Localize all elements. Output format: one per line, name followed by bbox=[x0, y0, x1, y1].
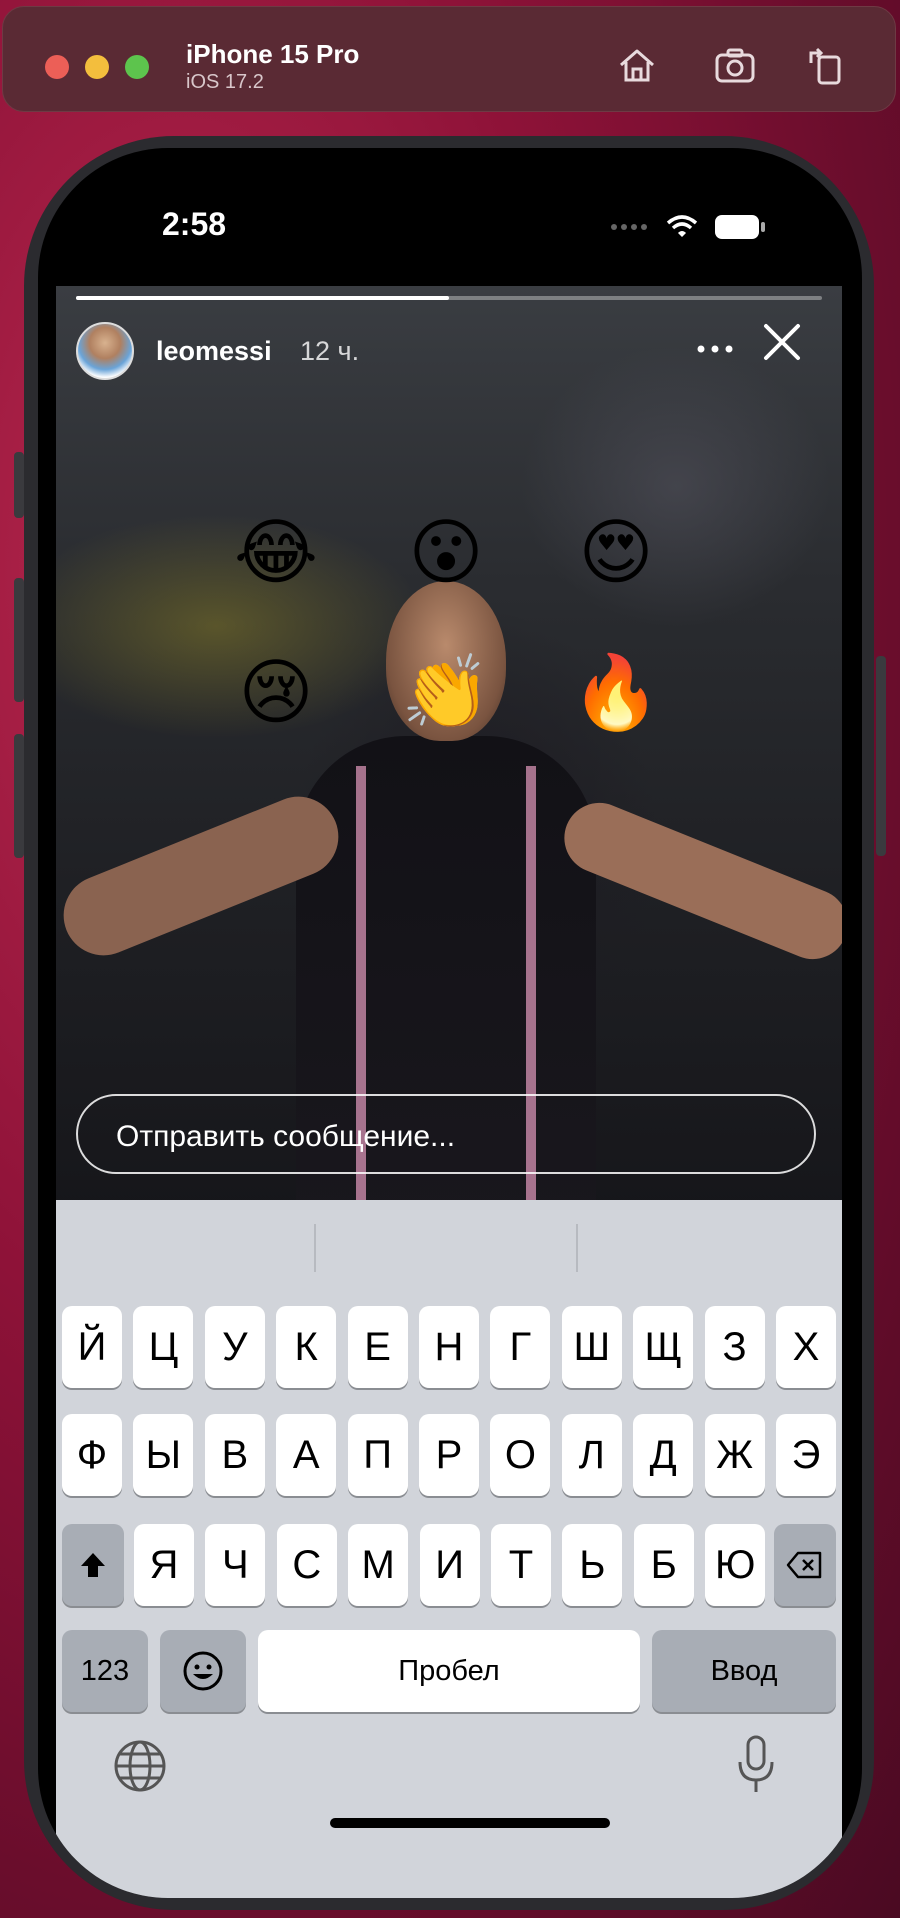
suggestion-divider bbox=[576, 1224, 578, 1272]
device-os-version: iOS 17.2 bbox=[186, 71, 264, 93]
rotate-icon[interactable] bbox=[805, 43, 849, 87]
space-key[interactable]: Пробел bbox=[258, 1630, 640, 1712]
key-Э[interactable]: Э bbox=[776, 1414, 836, 1496]
suggestion-divider bbox=[314, 1224, 316, 1272]
message-input[interactable]: Отправить сообщение... bbox=[76, 1094, 816, 1174]
cellular-icon bbox=[611, 224, 647, 230]
key-К[interactable]: К bbox=[276, 1306, 337, 1388]
reaction-fire[interactable]: 🔥 bbox=[570, 646, 662, 738]
reaction-surprised[interactable]: 😮 bbox=[400, 506, 492, 598]
story-viewer[interactable]: leomessi 12 ч. 😂 😮 😍 😢 👏 🔥 Отправить соо… bbox=[56, 286, 842, 1286]
key-Ю[interactable]: Ю bbox=[705, 1524, 766, 1606]
backspace-icon bbox=[786, 1551, 822, 1579]
simulator-titlebar: iPhone 15 Pro iOS 17.2 bbox=[2, 6, 896, 112]
key-Х[interactable]: Х bbox=[776, 1306, 836, 1388]
key-М[interactable]: М bbox=[348, 1524, 409, 1606]
status-time: 2:58 bbox=[162, 206, 227, 242]
message-placeholder: Отправить сообщение... bbox=[116, 1120, 456, 1153]
home-icon[interactable] bbox=[615, 43, 659, 87]
volume-down-button bbox=[14, 734, 24, 858]
reaction-clap[interactable]: 👏 bbox=[400, 646, 492, 738]
close-window-button[interactable] bbox=[45, 55, 69, 79]
key-Г[interactable]: Г bbox=[490, 1306, 551, 1388]
key-Ы[interactable]: Ы bbox=[133, 1414, 194, 1496]
numbers-key[interactable]: 123 bbox=[62, 1630, 148, 1712]
volume-up-button bbox=[14, 578, 24, 702]
key-П[interactable]: П bbox=[347, 1414, 408, 1496]
phone-screen: 2:58 leomessi 12 ч. 😂 😮 😍 😢 👏 🔥 Отправит… bbox=[38, 148, 862, 1898]
shift-key[interactable] bbox=[62, 1524, 124, 1606]
action-button bbox=[14, 452, 24, 518]
key-Р[interactable]: Р bbox=[419, 1414, 479, 1496]
key-Б[interactable]: Б bbox=[633, 1524, 694, 1606]
reaction-heart-eyes[interactable]: 😍 bbox=[570, 506, 662, 598]
key-Т[interactable]: Т bbox=[491, 1524, 551, 1606]
home-indicator bbox=[330, 1818, 610, 1828]
key-Ш[interactable]: Ш bbox=[561, 1306, 622, 1388]
reaction-cry[interactable]: 😢 bbox=[230, 646, 322, 738]
key-Д[interactable]: Д bbox=[633, 1414, 694, 1496]
key-Л[interactable]: Л bbox=[561, 1414, 622, 1496]
screenshot-icon[interactable] bbox=[713, 43, 757, 87]
avatar[interactable] bbox=[76, 322, 134, 380]
device-name: iPhone 15 Pro bbox=[186, 39, 360, 69]
shift-icon bbox=[81, 1553, 105, 1577]
quick-reactions: 😂 😮 😍 😢 👏 🔥 bbox=[56, 506, 842, 766]
key-О[interactable]: О bbox=[490, 1414, 551, 1496]
key-Ч[interactable]: Ч bbox=[205, 1524, 266, 1606]
story-time-ago: 12 ч. bbox=[300, 336, 360, 366]
key-В[interactable]: В bbox=[204, 1414, 265, 1496]
key-Н[interactable]: Н bbox=[419, 1306, 479, 1388]
more-icon[interactable] bbox=[692, 334, 738, 364]
key-А[interactable]: А bbox=[276, 1414, 337, 1496]
status-icons bbox=[610, 214, 766, 240]
story-progress-fill bbox=[76, 296, 449, 300]
globe-icon[interactable] bbox=[112, 1738, 168, 1794]
return-key[interactable]: Ввод bbox=[652, 1630, 836, 1712]
battery-icon bbox=[715, 215, 765, 239]
side-button bbox=[876, 656, 886, 856]
key-С[interactable]: С bbox=[276, 1524, 337, 1606]
zoom-window-button[interactable] bbox=[125, 55, 149, 79]
wifi-icon bbox=[666, 215, 698, 237]
keyboard: ЙЦУКЕНГШЩЗХ ФЫВАПРОЛДЖЭ ЯЧСМИТЬБЮ 123 Пр… bbox=[56, 1200, 842, 1898]
key-Ф[interactable]: Ф bbox=[62, 1414, 122, 1496]
key-И[interactable]: И bbox=[419, 1524, 480, 1606]
backspace-key[interactable] bbox=[774, 1524, 836, 1606]
key-У[interactable]: У bbox=[204, 1306, 265, 1388]
emoji-icon bbox=[183, 1651, 223, 1691]
key-Я[interactable]: Я bbox=[134, 1524, 194, 1606]
reaction-laugh[interactable]: 😂 bbox=[230, 506, 322, 598]
minimize-window-button[interactable] bbox=[85, 55, 109, 79]
key-Щ[interactable]: Щ bbox=[633, 1306, 694, 1388]
microphone-icon[interactable] bbox=[736, 1734, 776, 1796]
close-icon[interactable] bbox=[760, 320, 804, 364]
key-З[interactable]: З bbox=[704, 1306, 765, 1388]
story-username[interactable]: leomessi bbox=[156, 336, 272, 367]
key-Ь[interactable]: Ь bbox=[562, 1524, 623, 1606]
key-Й[interactable]: Й bbox=[62, 1306, 122, 1388]
key-Ц[interactable]: Ц bbox=[133, 1306, 194, 1388]
emoji-key[interactable] bbox=[160, 1630, 246, 1712]
key-Ж[interactable]: Ж bbox=[704, 1414, 765, 1496]
story-progress-bar bbox=[76, 296, 822, 300]
key-Е[interactable]: Е bbox=[347, 1306, 408, 1388]
